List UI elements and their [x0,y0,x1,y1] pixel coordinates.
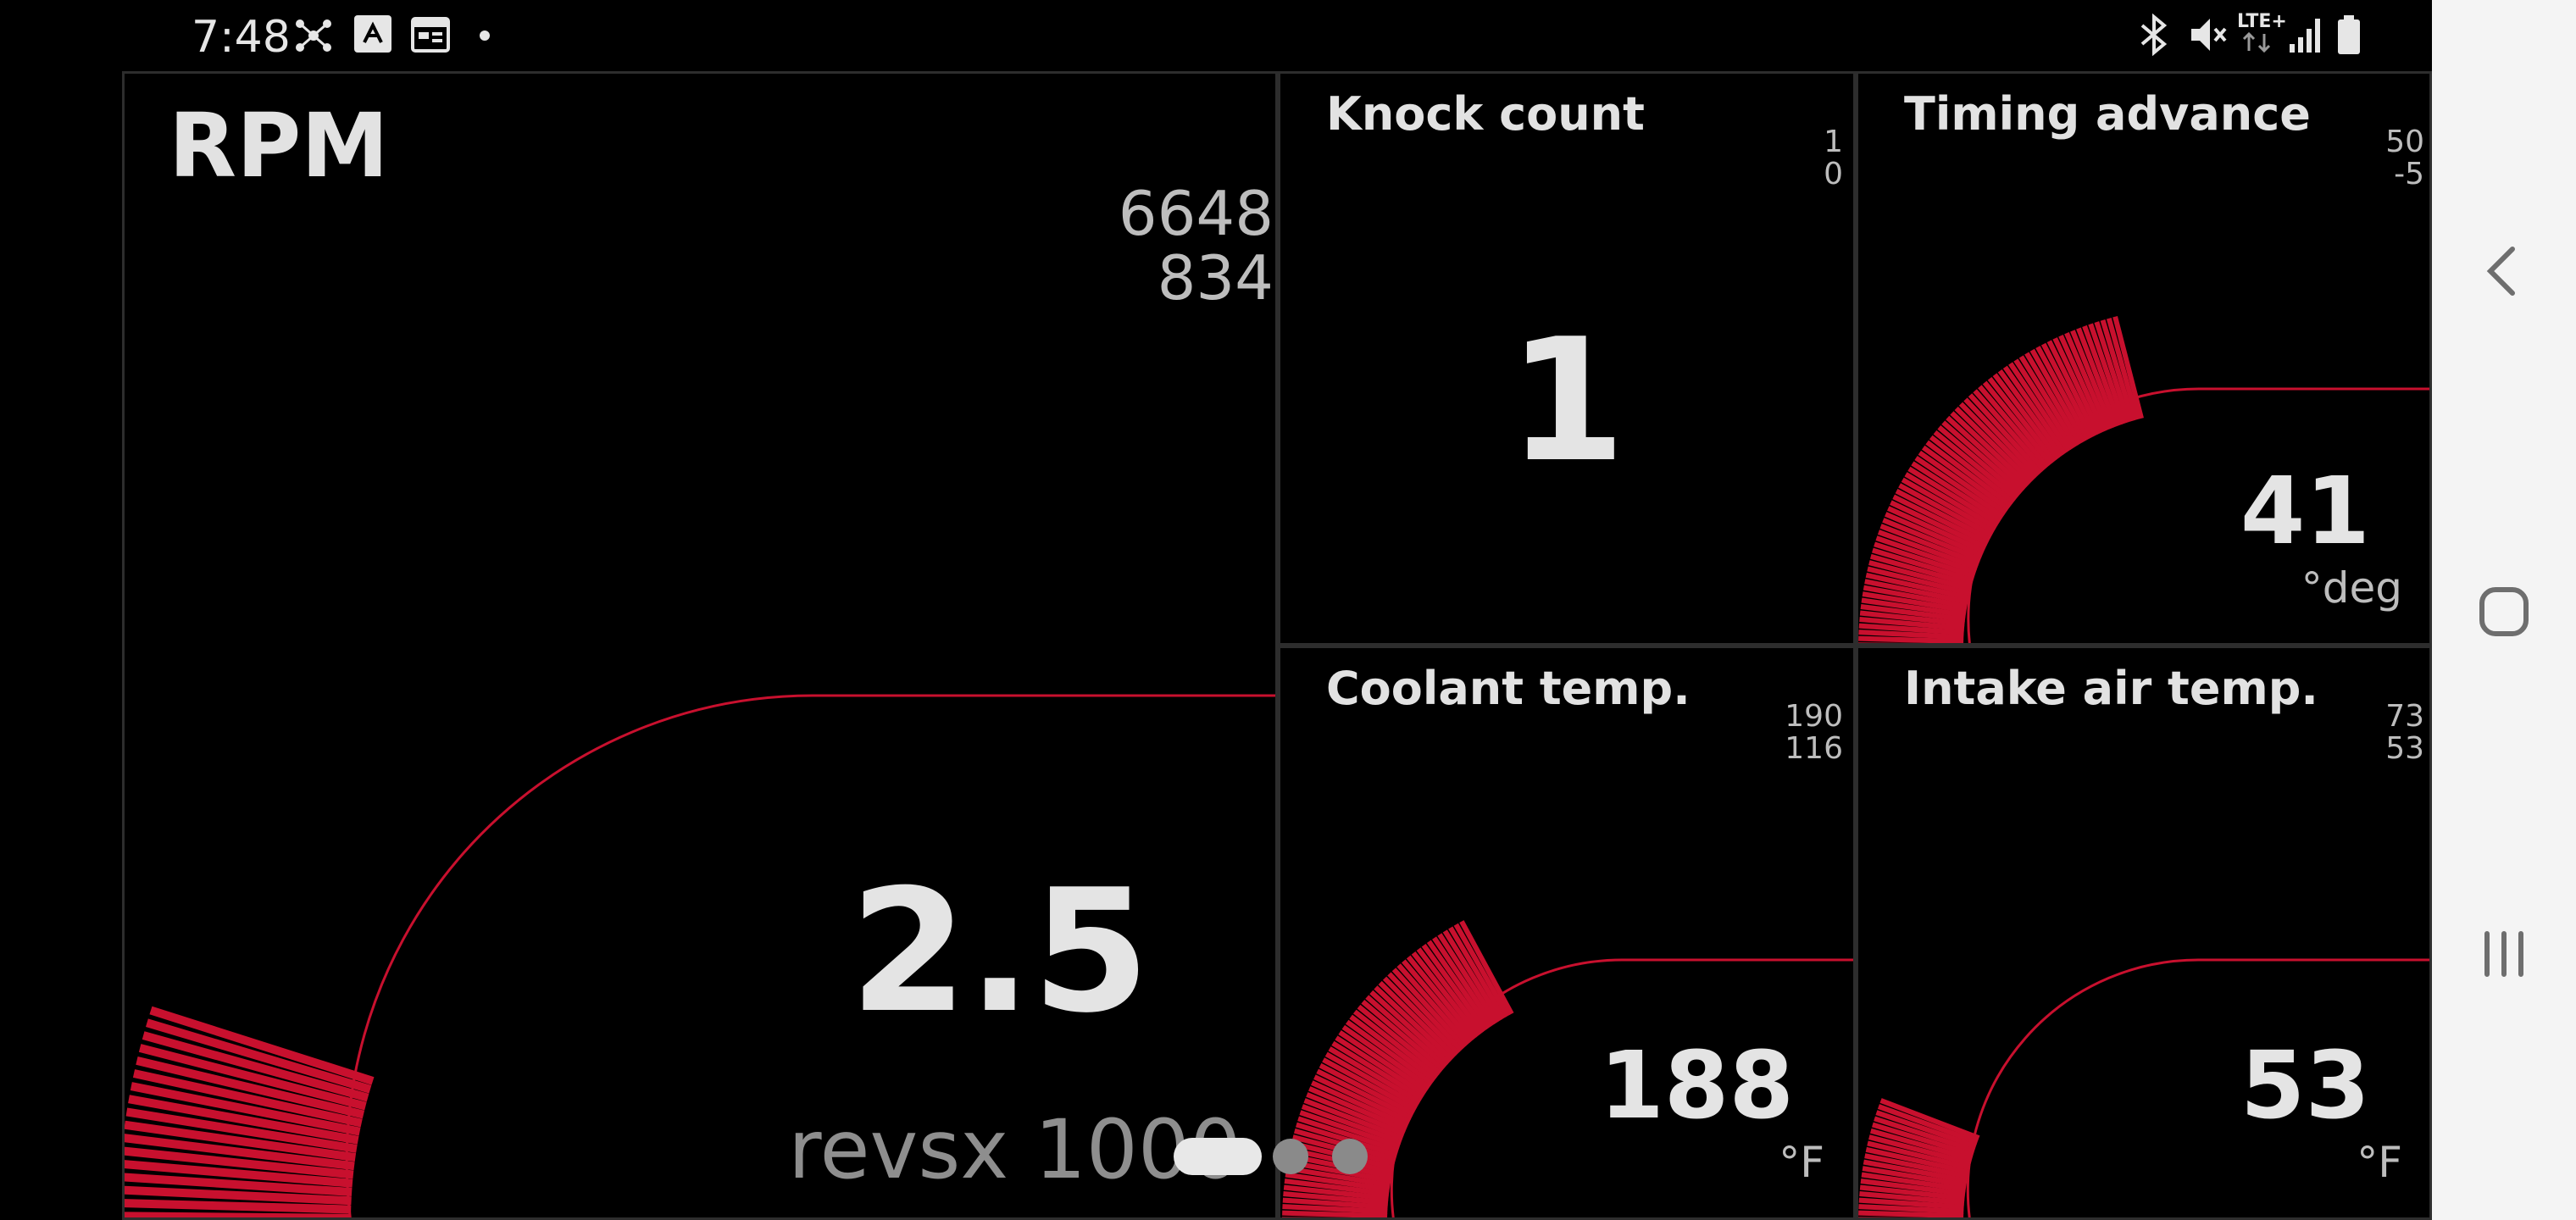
home-button[interactable] [2468,576,2540,647]
knock-min: 0 [1824,156,1843,191]
navigation-bar [2432,0,2576,1220]
intake-max: 73 [2385,699,2424,734]
coolant-title: Coolant temp. [1326,662,1690,715]
status-time: 7:48 [192,12,291,63]
rpm-max: 6648 [1118,178,1274,249]
intake-range: 73 53 [2385,701,2424,765]
timing-gauge-tile[interactable]: Timing advance 50 -5 41 °deg [1856,71,2432,646]
knock-title: Knock count [1326,87,1645,141]
back-icon [2486,247,2515,296]
gauge-tick [1858,1210,1964,1217]
rpm-value: 2.5 [849,853,1150,1051]
gauge-tick [125,1199,352,1214]
timing-title: Timing advance [1904,87,2311,141]
rpm-gauge-tile[interactable]: RPM 6648 834 2.5 revsx 1000 [122,71,1278,1220]
bluetooth-icon [2135,13,2174,59]
recents-icon [2484,931,2523,977]
status-bar: 7:48 LTE+ [0,0,2432,73]
lte-data-icon: LTE+ [2237,12,2287,58]
rpm-title: RPM [169,94,389,197]
intake-unit: °F [2357,1138,2402,1187]
rpm-min: 834 [1157,241,1274,313]
coolant-unit: °F [1779,1138,1824,1187]
coolant-max: 190 [1785,699,1843,734]
page-dot-active[interactable] [1174,1138,1262,1175]
battery-icon [2335,14,2362,59]
intake-title: Intake air temp. [1904,662,2318,715]
coolant-gauge-tile[interactable]: Coolant temp. 190 116 188 °F [1278,646,1856,1220]
mute-icon [2186,14,2229,59]
knock-max: 1 [1824,125,1843,159]
gauge-tick [1282,1210,1388,1217]
home-icon [2479,587,2529,636]
network-hub-icon [291,14,336,61]
timing-min: -5 [2394,156,2424,191]
rpm-range: 6648 834 [1118,178,1274,313]
signal-icon [2288,14,2325,59]
lte-label: LTE+ [2237,11,2287,32]
page-dot[interactable] [1332,1139,1368,1174]
page-dot[interactable] [1273,1139,1308,1174]
back-button[interactable] [2468,236,2540,307]
app-icon [353,14,393,58]
timing-max: 50 [2385,125,2424,159]
gauge-tick [125,1212,352,1217]
timing-gauge-ticks [1858,316,2144,643]
gauge-tick [1858,635,1964,643]
timing-range: 50 -5 [2385,126,2424,191]
recents-button[interactable] [2468,918,2540,990]
page-indicator-dots [1174,1138,1368,1175]
intake-gauge-ticks [1858,1098,1980,1217]
calendar-icon [410,14,451,58]
coolant-value: 188 [1599,1031,1794,1140]
intake-value: 53 [2240,1031,2370,1140]
timing-value: 41 [2240,457,2370,565]
knock-range: 1 0 [1824,126,1843,191]
intake-min: 53 [2385,730,2424,766]
coolant-range: 190 116 [1785,701,1843,765]
intake-gauge-tile[interactable]: Intake air temp. 73 53 53 °F [1856,646,2432,1220]
knock-value: 1 [1507,302,1626,500]
knock-gauge-tile[interactable]: Knock count 1 0 1 [1278,71,1856,646]
timing-unit: °deg [2301,563,2402,613]
rpm-gauge-ticks [125,1006,375,1217]
coolant-min: 116 [1785,730,1843,766]
page-indicator [1174,1135,1377,1178]
notification-dot-icon [478,29,491,46]
